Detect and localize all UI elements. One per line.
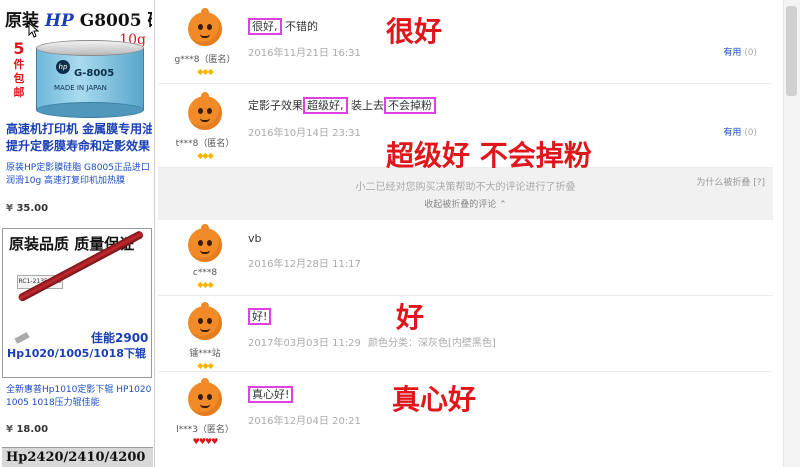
- review-date: 2016年12月28日 11:17: [248, 259, 361, 270]
- review-text: vb: [248, 232, 262, 245]
- highlight-box: 超级好,: [303, 97, 348, 114]
- highlight-box: 不会掉粉: [384, 97, 436, 114]
- annotation-text: 好: [396, 301, 425, 334]
- annotation-text: 很好: [386, 15, 443, 48]
- reviewer-level-icon: ♥♥♥♥: [192, 437, 219, 446]
- mouse-pointer-icon: [28, 22, 40, 38]
- reviewer-info: l***3（匿名） ♥♥♥♥: [170, 376, 240, 446]
- hp-logo-icon: hp: [56, 60, 70, 74]
- product-card-silicone-oil[interactable]: 原装 HP G8005 硅油 10g 5 件包邮 hp G-8005 MADE …: [2, 2, 152, 214]
- brand-tag: 佳能2900: [91, 331, 149, 345]
- review-text: 很好, 不错的: [248, 18, 318, 35]
- reviewer-info: 镭***站 ◆◆◆: [170, 300, 240, 370]
- review-text: 好!: [248, 308, 272, 325]
- review-text: 真心好!: [248, 386, 294, 403]
- folded-reviews-bar: 小二已经对您购买决策帮助不大的评论进行了折叠 收起被折叠的评论 ⌃ 为什么被折叠…: [158, 168, 773, 220]
- avatar: [188, 90, 222, 130]
- collapse-folded-link[interactable]: 收起被折叠的评论 ⌃: [158, 197, 773, 210]
- fold-message: 小二已经对您购买决策帮助不大的评论进行了折叠: [355, 182, 576, 193]
- reviewer-name: l***3（匿名）: [176, 425, 234, 435]
- product-image[interactable]: 原装品质 质量保证 RC1-2135-000 佳能2900 Hp1020/100…: [2, 228, 152, 378]
- promo-line-2: 提升定影膜寿命和定影效果: [6, 139, 151, 153]
- product-card-partial[interactable]: Hp2420/2410/4200: [2, 447, 153, 467]
- useful-button[interactable]: 有用 (0): [723, 125, 757, 138]
- why-folded-link[interactable]: 为什么被折叠 [?]: [696, 175, 765, 188]
- review-date: 2016年10月14日 23:31: [248, 128, 361, 139]
- reviewer-level-icon: ◆◆◆: [197, 361, 213, 370]
- avatar: [188, 300, 222, 340]
- review-item: c***8 ◆◆◆ vb 2016年12月28日 11:17: [158, 220, 773, 296]
- review-text: 定影子效果 超级好, 装上去 不会掉粉: [248, 97, 436, 114]
- silicone-oil-jar: hp G-8005 MADE IN JAPAN: [32, 40, 147, 120]
- reviewer-info: t***8（匿名） ◆◆◆: [170, 90, 240, 160]
- review-item: t***8（匿名） ◆◆◆ 定影子效果 超级好, 装上去 不会掉粉 2016年10月…: [158, 84, 773, 172]
- reviewer-level-icon: ◆◆◆: [197, 67, 213, 76]
- product-image[interactable]: 原装 HP G8005 硅油 10g 5 件包邮 hp G-8005 MADE …: [2, 2, 152, 157]
- reviewer-level-icon: ◆◆◆: [197, 151, 213, 160]
- review-list: g***8（匿名） ◆◆◆ 很好, 不错的 2016年11月21日 16:31 …: [158, 0, 783, 467]
- reviewer-name: t***8（匿名）: [175, 139, 235, 149]
- product-price: ¥ 18.00: [6, 424, 49, 435]
- reviewer-name: g***8（匿名）: [174, 55, 236, 65]
- highlight-box: 好!: [248, 308, 272, 325]
- avatar: [188, 6, 222, 46]
- reviewer-info: c***8 ◆◆◆: [170, 222, 240, 289]
- highlight-box: 真心好!: [248, 386, 294, 403]
- review-date: 2017年03月03日 11:29: [248, 338, 361, 349]
- review-date: 2016年11月21日 16:31: [248, 48, 361, 59]
- recommended-products-column: 原装 HP G8005 硅油 10g 5 件包邮 hp G-8005 MADE …: [0, 0, 155, 467]
- free-shipping-badge: 5 件包邮: [13, 39, 25, 100]
- useful-button[interactable]: 有用 (0): [723, 45, 757, 58]
- annotation-text: 真心好: [392, 383, 477, 416]
- avatar: [188, 376, 222, 416]
- product-link[interactable]: 原装HP定影膜硅脂 G8005正品进口润滑10g 高速打复印机加热膜: [6, 162, 156, 188]
- review-item: l***3（匿名） ♥♥♥♥ 真心好! 2016年12月04日 20:21 真心…: [158, 372, 773, 467]
- avatar: [188, 222, 222, 262]
- reviewer-name: 镭***站: [189, 349, 221, 359]
- product-price: ¥ 35.00: [6, 203, 49, 214]
- promo-line-1: 高速机打印机 金属膜专用油: [6, 122, 152, 136]
- review-sku: 颜色分类：深灰色[内壁黑色]: [368, 338, 496, 349]
- jar-origin: MADE IN JAPAN: [54, 84, 107, 92]
- product-card-pressure-roller[interactable]: 原装品质 质量保证 RC1-2135-000 佳能2900 Hp1020/100…: [2, 228, 152, 435]
- compatible-models: Hp1020/1005/1018下辊: [7, 347, 146, 360]
- scrollbar-thumb[interactable]: [786, 6, 797, 96]
- review-item: 镭***站 ◆◆◆ 好! 2017年03月03日 11:29 颜色分类：深灰色[…: [158, 296, 773, 372]
- highlight-box: 很好,: [248, 18, 282, 35]
- reviewer-name: c***8: [192, 268, 218, 278]
- reviewer-info: g***8（匿名） ◆◆◆: [170, 6, 240, 76]
- review-item: g***8（匿名） ◆◆◆ 很好, 不错的 2016年11月21日 16:31 …: [158, 0, 773, 84]
- review-date: 2016年12月04日 20:21: [248, 416, 361, 427]
- reviewer-level-icon: ◆◆◆: [197, 280, 213, 289]
- jar-label: G-8005: [74, 68, 115, 79]
- product-link[interactable]: 全新惠普Hp1010定影下辊 HP1020 1005 1018压力辊佳能: [6, 384, 156, 410]
